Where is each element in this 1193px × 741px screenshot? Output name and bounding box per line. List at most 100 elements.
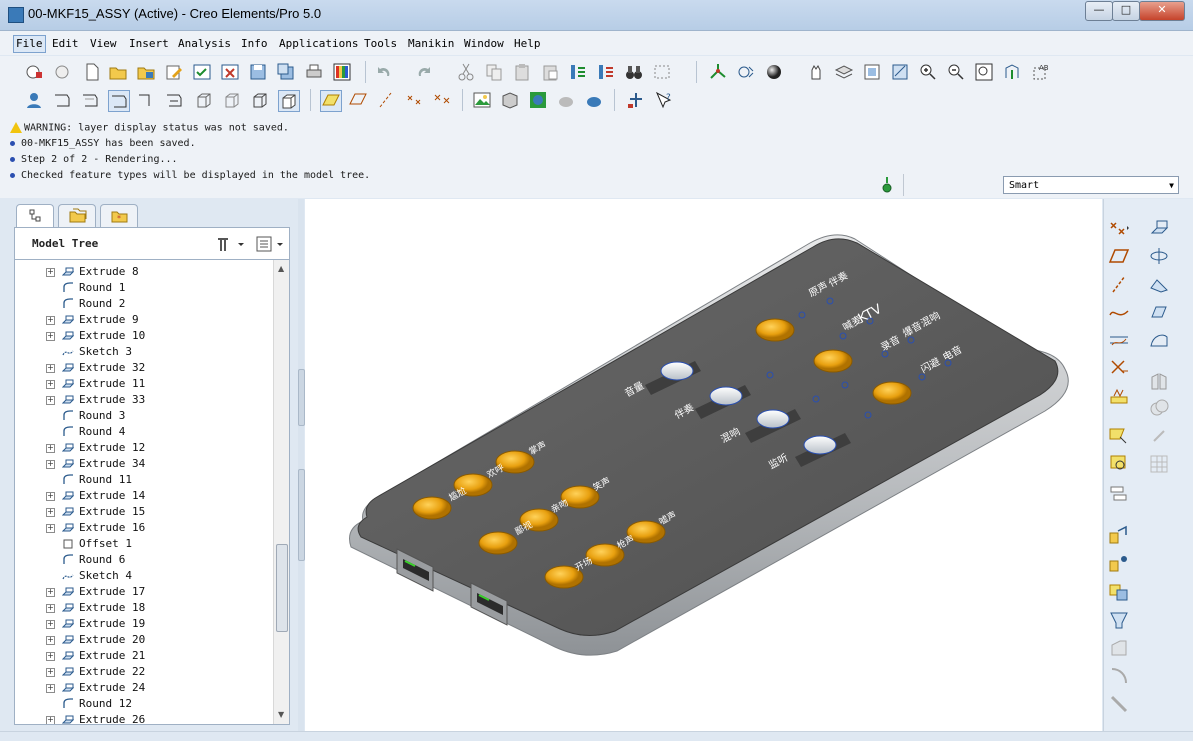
component-place-icon[interactable] (1108, 525, 1130, 547)
menu-window[interactable]: Window (464, 37, 504, 50)
shaded-icon[interactable] (164, 90, 184, 110)
expand-icon[interactable]: + (46, 332, 55, 341)
undo-icon[interactable] (374, 62, 394, 82)
expand-icon[interactable]: + (46, 716, 55, 724)
print-icon[interactable] (304, 62, 324, 82)
save-copy-icon[interactable] (276, 62, 296, 82)
extrude-tool-icon[interactable] (1148, 217, 1170, 239)
expand-icon[interactable]: + (46, 684, 55, 693)
cube-hidden-icon[interactable] (222, 90, 242, 110)
tree-item[interactable]: + Extrude 32 (15, 360, 273, 376)
redo-icon[interactable] (414, 62, 434, 82)
cube-shaded-icon[interactable] (278, 90, 300, 112)
datum-point-icon[interactable] (1108, 217, 1130, 239)
tree-item[interactable]: Round 1 (15, 280, 273, 296)
select-box-icon[interactable] (652, 62, 672, 82)
expand-icon[interactable]: + (46, 380, 55, 389)
edit-pencil-icon[interactable] (164, 62, 184, 82)
component-repeat-icon[interactable] (1108, 581, 1130, 603)
datum-plane-icon[interactable] (1108, 245, 1130, 267)
expand-icon[interactable]: + (46, 460, 55, 469)
sketch-tool-icon[interactable] (1108, 329, 1130, 351)
tree-item[interactable]: + Extrude 19 (15, 616, 273, 632)
hidden-line-icon[interactable] (80, 90, 100, 110)
tree-item[interactable]: + Extrude 14 (15, 488, 273, 504)
shading-sphere-icon[interactable] (764, 62, 784, 82)
hole-tool-icon[interactable] (1108, 425, 1130, 447)
expand-icon[interactable]: + (46, 508, 55, 517)
expand-icon[interactable]: + (46, 604, 55, 613)
draft-tool-icon[interactable] (1108, 609, 1130, 631)
image-render-icon[interactable] (472, 90, 492, 110)
tree-item[interactable]: Round 4 (15, 424, 273, 440)
menu-file[interactable]: File (13, 35, 46, 53)
datum-axes-icon[interactable] (348, 90, 368, 110)
cube-wire-icon[interactable] (194, 90, 214, 110)
point-display-icon[interactable] (404, 90, 424, 110)
traffic-light-icon[interactable] (880, 176, 894, 196)
wireframe-icon[interactable] (52, 90, 72, 110)
datum-axis-icon[interactable] (1108, 273, 1130, 295)
tree-item[interactable]: + Extrude 20 (15, 632, 273, 648)
expand-icon[interactable]: + (46, 524, 55, 533)
csys-display-icon[interactable] (432, 90, 452, 110)
pad-button[interactable] (813, 349, 853, 373)
scroll-down-icon[interactable]: ▼ (278, 710, 284, 719)
pad-button[interactable] (755, 318, 795, 342)
tab-folder-browser[interactable] (58, 204, 96, 227)
color-appearance-icon[interactable] (332, 62, 352, 82)
menu-edit[interactable]: Edit (52, 37, 79, 50)
tree-item[interactable]: Sketch 4 (15, 568, 273, 584)
menu-insert[interactable]: Insert (129, 37, 169, 50)
paste-special-icon[interactable] (540, 62, 560, 82)
cube-nohidden-icon[interactable] (250, 90, 270, 110)
new-session-icon[interactable] (24, 62, 44, 82)
panel-splitter[interactable] (298, 199, 305, 731)
context-help-icon[interactable]: ? (654, 90, 674, 110)
no-hidden-icon[interactable] (108, 90, 130, 112)
expand-icon[interactable]: + (46, 444, 55, 453)
sketch-curve-icon[interactable] (1108, 301, 1130, 323)
pad-button[interactable] (478, 531, 518, 555)
open-assembly-icon[interactable] (136, 62, 156, 82)
datum-user-icon[interactable] (24, 90, 44, 110)
scrollbar-thumb[interactable] (276, 544, 288, 632)
tree-settings-icon[interactable] (215, 235, 245, 253)
tree-item[interactable]: Offset 1 (15, 536, 273, 552)
annotation-icon[interactable]: AB (1030, 62, 1050, 82)
tree-item[interactable]: + Extrude 11 (15, 376, 273, 392)
splitter-grip[interactable] (298, 369, 305, 426)
tab-favorites[interactable]: * (100, 204, 138, 227)
view-manager-icon[interactable] (862, 62, 882, 82)
maximize-button[interactable]: □ (1112, 1, 1140, 21)
cut-icon[interactable] (456, 62, 476, 82)
warp-tool-icon[interactable] (1108, 693, 1130, 715)
new-file-icon[interactable] (82, 62, 102, 82)
tree-item[interactable]: + Extrude 17 (15, 584, 273, 600)
menu-view[interactable]: View (90, 37, 117, 50)
tree-item[interactable]: + Extrude 18 (15, 600, 273, 616)
analysis-feature-icon[interactable] (1108, 385, 1130, 407)
expand-icon[interactable]: + (46, 316, 55, 325)
tree-item[interactable]: + Extrude 22 (15, 664, 273, 680)
minimize-button[interactable]: — (1085, 1, 1113, 21)
datum-points-icon[interactable] (376, 90, 396, 110)
tree-item[interactable]: Round 6 (15, 552, 273, 568)
scroll-up-icon[interactable]: ▲ (278, 264, 284, 273)
spin-center-icon[interactable] (708, 62, 728, 82)
tree-item[interactable]: + Extrude 24 (15, 680, 273, 696)
tree-item[interactable]: Round 2 (15, 296, 273, 312)
expand-icon[interactable]: + (46, 364, 55, 373)
selection-filter-dropdown[interactable]: Smart ▼ (1003, 176, 1179, 194)
zoom-out-icon[interactable] (946, 62, 966, 82)
tree-item[interactable]: + Extrude 21 (15, 648, 273, 664)
pattern-table-icon[interactable] (1148, 453, 1170, 475)
graphics-window[interactable]: KTV 原声 伴奏 喊麦 爆音 录音 混响 闪避 电音 音量 伴奏 混响 监听 … (305, 199, 1102, 731)
shell-tool-icon[interactable] (1108, 453, 1130, 475)
expand-icon[interactable]: + (46, 636, 55, 645)
menu-info[interactable]: Info (241, 37, 268, 50)
tree-item[interactable]: Sketch 3 (15, 344, 273, 360)
tree-item[interactable]: + Extrude 16 (15, 520, 273, 536)
expand-icon[interactable]: + (46, 268, 55, 277)
zoom-in-icon[interactable] (918, 62, 938, 82)
